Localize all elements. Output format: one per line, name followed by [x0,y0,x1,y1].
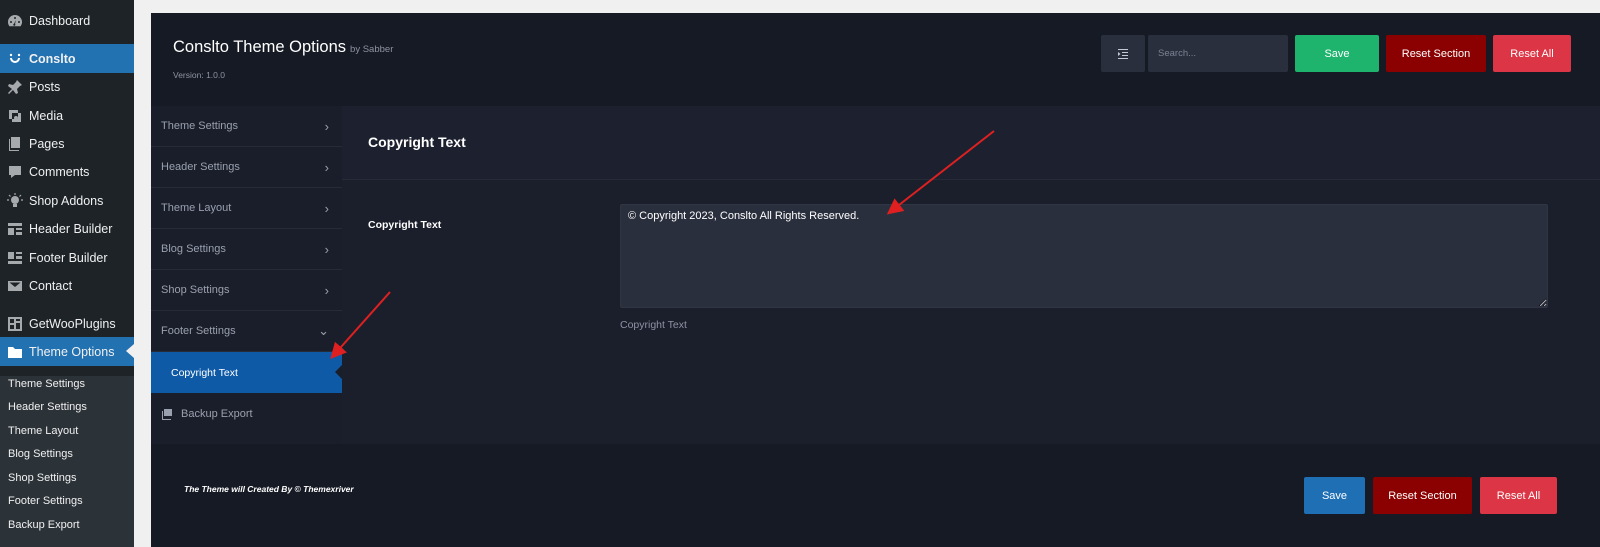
folder-icon [5,342,25,362]
nav-label: Header Settings [161,161,240,173]
wp-menu-comments[interactable]: Comments [0,157,134,186]
options-title: Conslto Theme Options by Sabber [173,38,393,57]
chevron-right-icon: › [324,282,329,298]
wp-submenu-header-settings[interactable]: Header Settings [8,401,87,413]
nav-label: Copyright Text [171,366,238,379]
options-footer: The Theme will Created By © Themexriver … [151,444,1600,547]
nav-header-settings[interactable]: Header Settings › [151,147,342,188]
reset-section-button-bottom[interactable]: Reset Section [1373,477,1472,514]
section-header: Copyright Text [342,106,1600,180]
reset-all-button-bottom[interactable]: Reset All [1480,477,1557,514]
wp-menu-label: Posts [29,79,61,94]
chevron-right-icon: › [324,118,329,134]
theme-options-panel: Conslto Theme Options by Sabber Version: … [151,13,1600,547]
dashboard-icon [5,11,25,31]
save-button[interactable]: Save [1295,35,1379,72]
chevron-right-icon: › [324,241,329,257]
footer-builder-icon [5,248,25,268]
wp-menu-getwooplugins[interactable]: GetWooPlugins [0,309,134,338]
nav-label: Footer Settings [161,325,236,337]
wp-menu-label: Header Builder [29,221,113,236]
wp-menu-conslto[interactable]: Conslto [0,44,134,73]
pages-icon [5,134,25,154]
wp-menu-label: Footer Builder [29,250,108,265]
options-author: by Sabber [350,44,394,55]
nav-copyright-text[interactable]: Copyright Text [151,352,342,393]
nav-shop-settings[interactable]: Shop Settings › [151,270,342,311]
nav-theme-layout[interactable]: Theme Layout › [151,188,342,229]
wp-menu-label: Comments [29,164,90,179]
search-input[interactable] [1148,35,1288,72]
nav-label: Shop Settings [161,284,230,296]
chevron-right-icon: › [324,200,329,216]
media-icon [5,106,25,126]
wp-submenu-footer-settings[interactable]: Footer Settings [8,495,83,507]
field-label: Copyright Text [368,219,442,231]
wp-menu-label: Theme Options [29,344,115,359]
wp-menu-posts[interactable]: Posts [0,72,134,101]
wp-admin-sidebar: Dashboard Conslto Posts Media Pages Comm… [0,0,134,547]
nav-footer-settings[interactable]: Footer Settings ⌄ [151,311,342,352]
wp-submenu-theme-settings[interactable]: Theme Settings [8,378,85,390]
backup-icon [161,408,173,420]
field-description: Copyright Text [620,319,687,331]
wp-menu-label: Pages [29,136,65,151]
indent-icon [1118,48,1128,59]
footer-credit: The Theme will Created By © Themexriver [184,484,354,494]
wp-menu-contact[interactable]: Contact [0,271,134,300]
mail-icon [5,276,25,296]
wp-submenu-shop-settings[interactable]: Shop Settings [8,472,77,484]
options-content: Copyright Text Copyright Text © Copyrigh… [342,106,1600,444]
smile-icon [5,49,25,69]
wp-submenu-backup-export[interactable]: Backup Export [8,519,80,531]
wp-menu-label: Dashboard [29,13,91,28]
wp-submenu-theme-layout[interactable]: Theme Layout [8,425,78,437]
options-version: Version: 1.0.0 [173,70,225,80]
chevron-down-icon: ⌄ [318,323,329,338]
wp-menu-label: Shop Addons [29,193,104,208]
wp-menu-dashboard[interactable]: Dashboard [0,6,134,35]
nav-blog-settings[interactable]: Blog Settings › [151,229,342,270]
nav-theme-settings[interactable]: Theme Settings › [151,106,342,147]
wp-submenu: Theme Settings Header Settings Theme Lay… [0,376,134,547]
nav-backup-export[interactable]: Backup Export [151,393,342,434]
wp-menu-header-builder[interactable]: Header Builder [0,214,134,243]
comments-icon [5,162,25,182]
plugin-grid-icon [5,314,25,334]
expand-toggle-button[interactable] [1101,35,1145,72]
wp-menu-footer-builder[interactable]: Footer Builder [0,243,134,272]
wp-menu-media[interactable]: Media [0,101,134,130]
nav-label: Theme Settings [161,120,239,132]
nav-label: Blog Settings [161,243,226,255]
section-title: Copyright Text [368,134,466,150]
nav-label: Theme Layout [161,202,232,214]
wp-menu-shop-addons[interactable]: Shop Addons [0,186,134,215]
options-nav: Theme Settings › Header Settings › Theme L… [151,106,342,444]
chevron-right-icon: › [324,159,329,175]
reset-section-button[interactable]: Reset Section [1386,35,1486,72]
pin-icon [5,77,25,97]
wp-menu-label: GetWooPlugins [29,316,116,331]
options-title-text: Conslto Theme Options [173,38,347,56]
wp-menu-theme-options[interactable]: Theme Options [0,337,134,366]
copyright-textarea[interactable]: © Copyright 2023, Conslto All Rights Res… [620,204,1548,308]
options-header: Conslto Theme Options by Sabber Version: … [151,13,1600,106]
wp-menu-label: Media [29,108,64,123]
wp-menu-pages[interactable]: Pages [0,129,134,158]
nav-label: Backup Export [181,407,253,420]
header-builder-icon [5,219,25,239]
lightbulb-icon [5,191,25,211]
reset-all-button[interactable]: Reset All [1493,35,1571,72]
save-button-bottom[interactable]: Save [1304,477,1365,514]
wp-submenu-blog-settings[interactable]: Blog Settings [8,448,73,460]
wp-menu-label: Conslto [29,51,76,66]
wp-menu-label: Contact [29,278,73,293]
